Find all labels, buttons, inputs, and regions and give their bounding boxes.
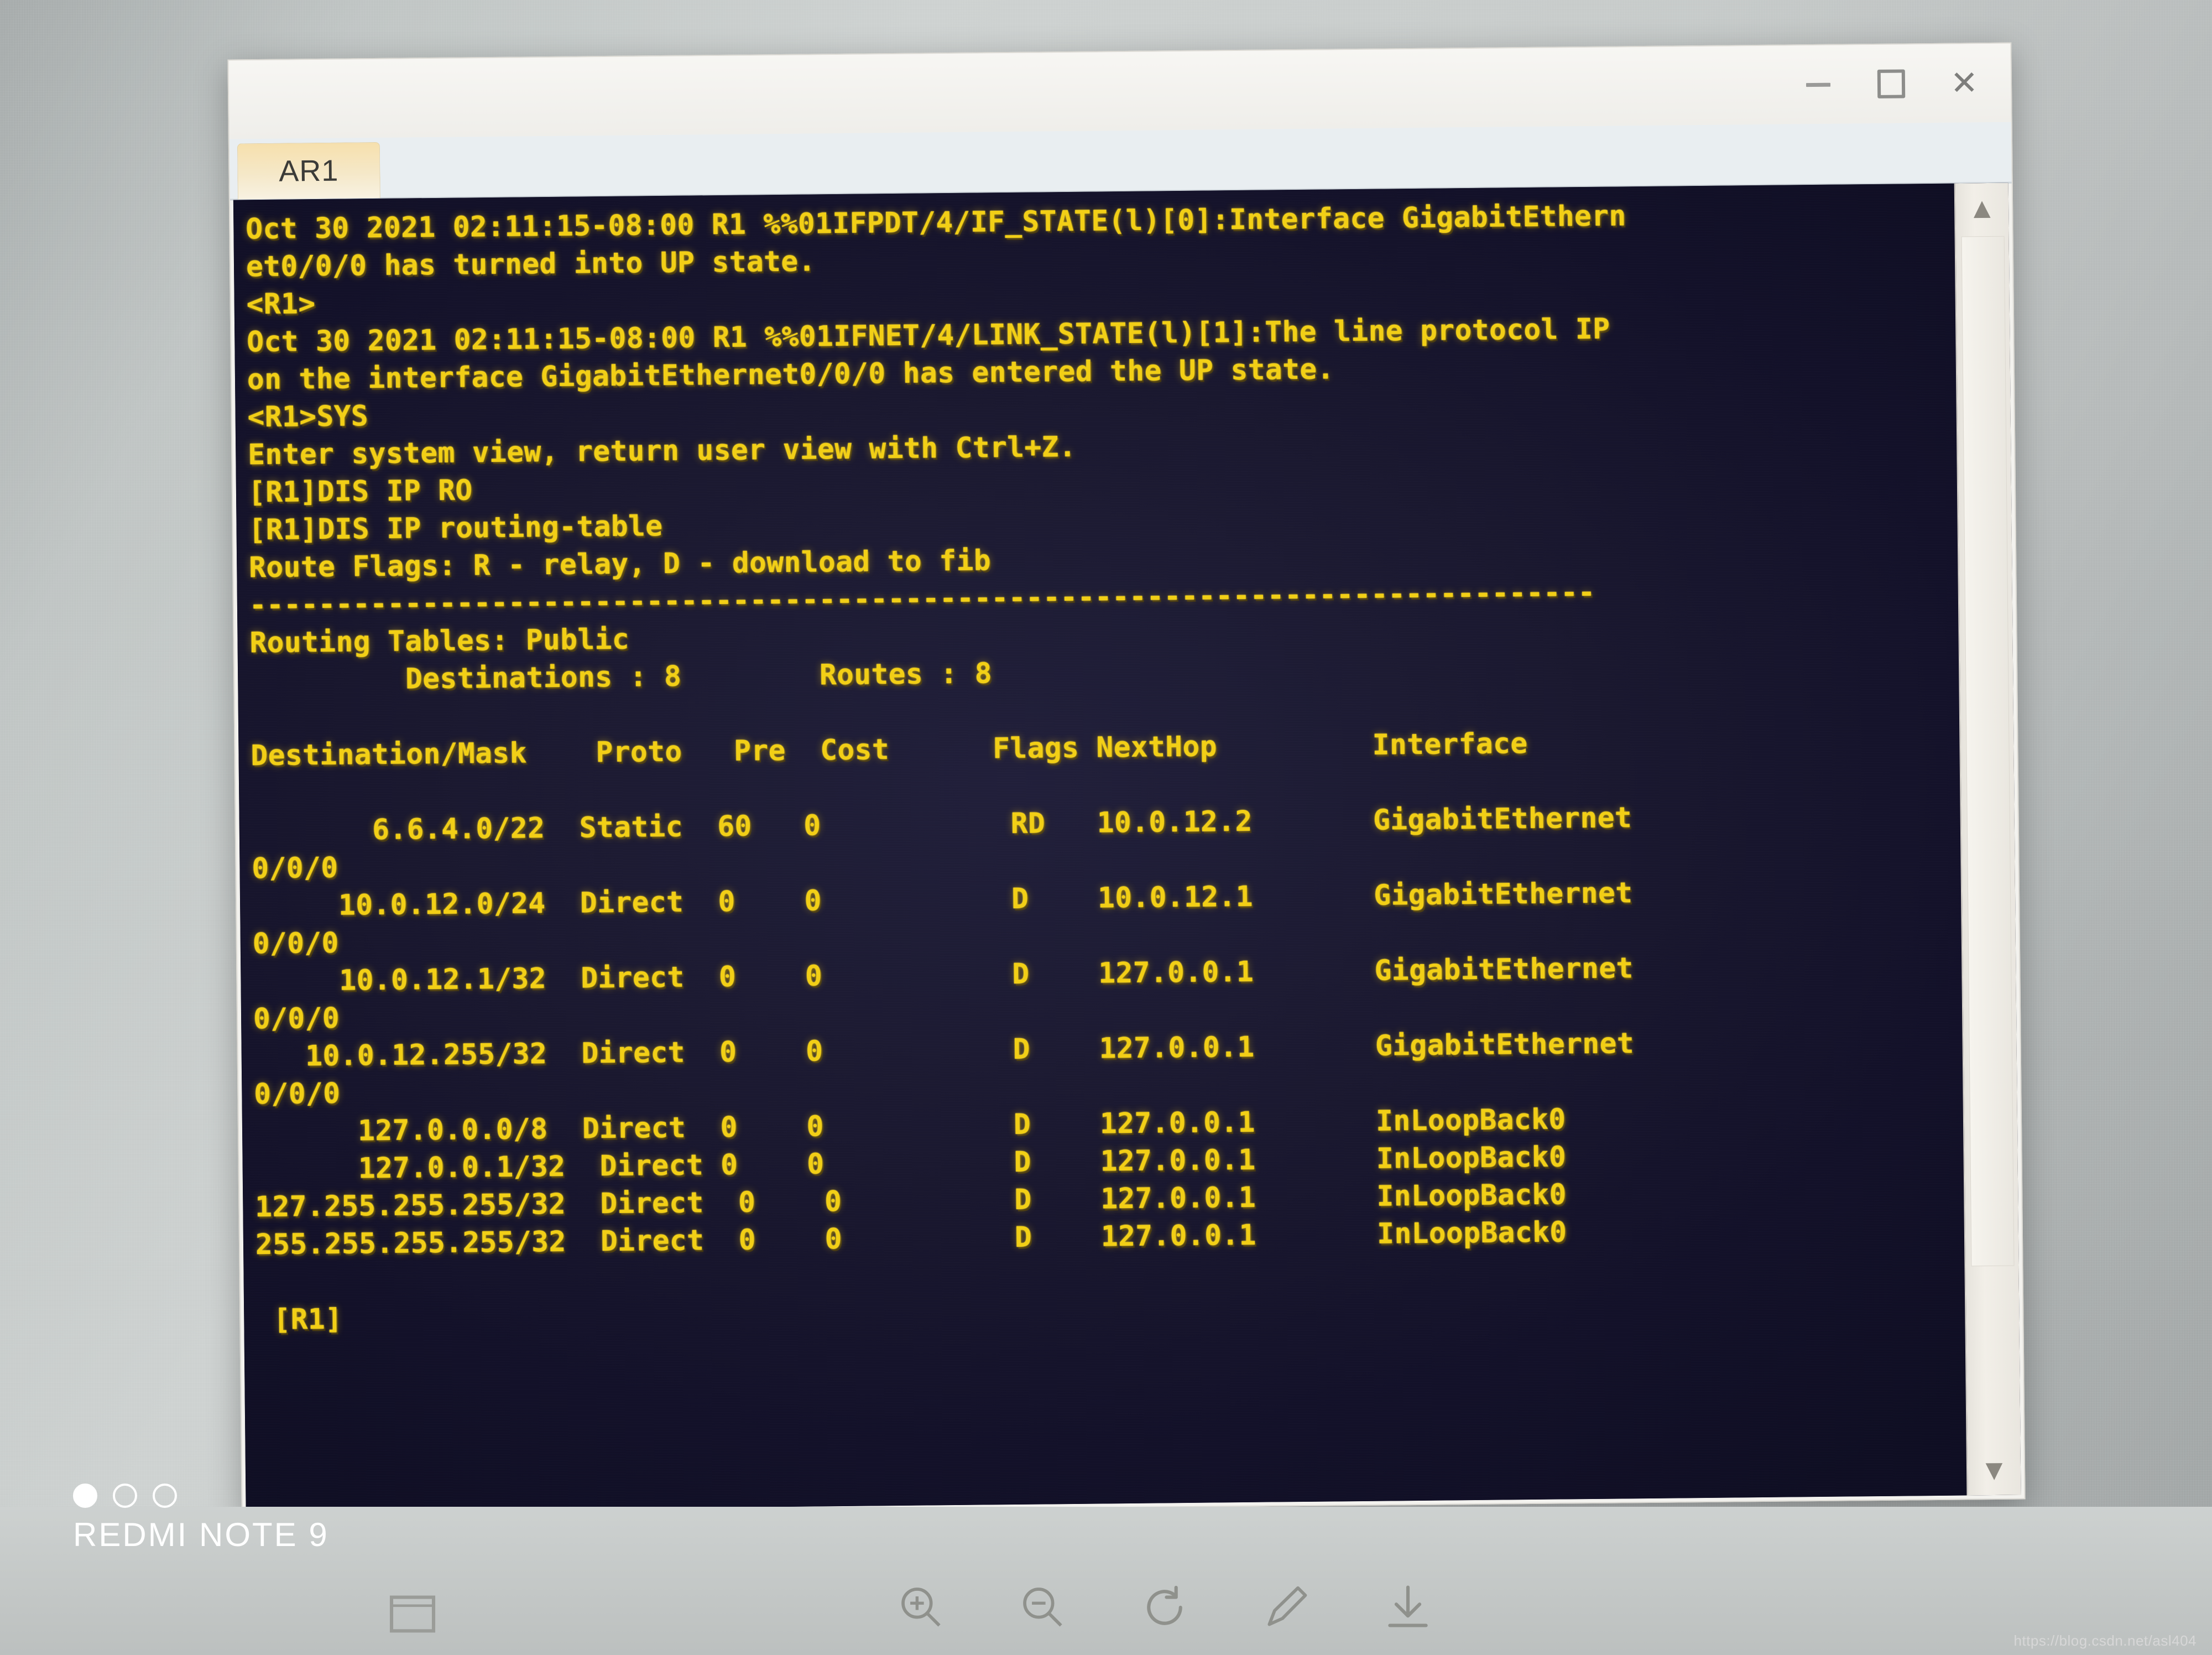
camera-watermark-label: REDMI NOTE 9 bbox=[73, 1516, 329, 1553]
viewer-toolbar bbox=[896, 1582, 1433, 1636]
zoom-in-button[interactable] bbox=[896, 1582, 947, 1636]
terminal-body: Oct 30 2021 02:11:15-08:00 R1 %%01IFPDT/… bbox=[233, 183, 2021, 1512]
camera-watermark: REDMI NOTE 9 bbox=[73, 1484, 329, 1554]
minimize-icon bbox=[1806, 82, 1831, 87]
close-icon: ✕ bbox=[1950, 64, 1979, 103]
terminal-window: ✕ AR1 Oct 30 2021 02:11:15-08:00 R1 %%01… bbox=[227, 42, 2026, 1517]
refresh-icon bbox=[1147, 1585, 1182, 1625]
terminal-output: Oct 30 2021 02:11:15-08:00 R1 %%01IFPDT/… bbox=[246, 200, 1635, 1337]
scroll-up-icon[interactable]: ▲ bbox=[1955, 183, 2009, 233]
scroll-down-icon[interactable]: ▼ bbox=[1968, 1445, 2021, 1496]
minimize-button[interactable] bbox=[1781, 45, 1855, 124]
taskbar-window-icon[interactable] bbox=[387, 1593, 438, 1635]
tab-ar1-label: AR1 bbox=[279, 154, 339, 188]
scrollbar-thumb[interactable] bbox=[1961, 236, 2015, 1267]
download-icon bbox=[1388, 1585, 1428, 1627]
download-button[interactable] bbox=[1383, 1582, 1433, 1636]
zoom-out-icon bbox=[1023, 1588, 1062, 1627]
close-button[interactable]: ✕ bbox=[1927, 44, 2001, 123]
lens-dot-3 bbox=[153, 1484, 177, 1508]
refresh-button[interactable] bbox=[1139, 1582, 1190, 1636]
maximize-icon bbox=[1877, 69, 1906, 98]
source-url-watermark: https://blog.csdn.net/asl404 bbox=[2013, 1632, 2197, 1649]
window-controls: ✕ bbox=[1781, 44, 2001, 124]
window-icon bbox=[389, 1595, 436, 1633]
lens-dot-1 bbox=[73, 1484, 97, 1508]
camera-lens-dots bbox=[73, 1484, 329, 1508]
edit-button[interactable] bbox=[1261, 1582, 1312, 1636]
zoom-out-button[interactable] bbox=[1018, 1582, 1068, 1636]
maximize-button[interactable] bbox=[1854, 44, 1928, 123]
terminal-console[interactable]: Oct 30 2021 02:11:15-08:00 R1 %%01IFPDT/… bbox=[233, 183, 1968, 1512]
lens-dot-2 bbox=[113, 1484, 137, 1508]
tab-ar1[interactable]: AR1 bbox=[237, 142, 380, 200]
zoom-in-icon bbox=[901, 1588, 941, 1627]
edit-icon bbox=[1267, 1586, 1307, 1626]
